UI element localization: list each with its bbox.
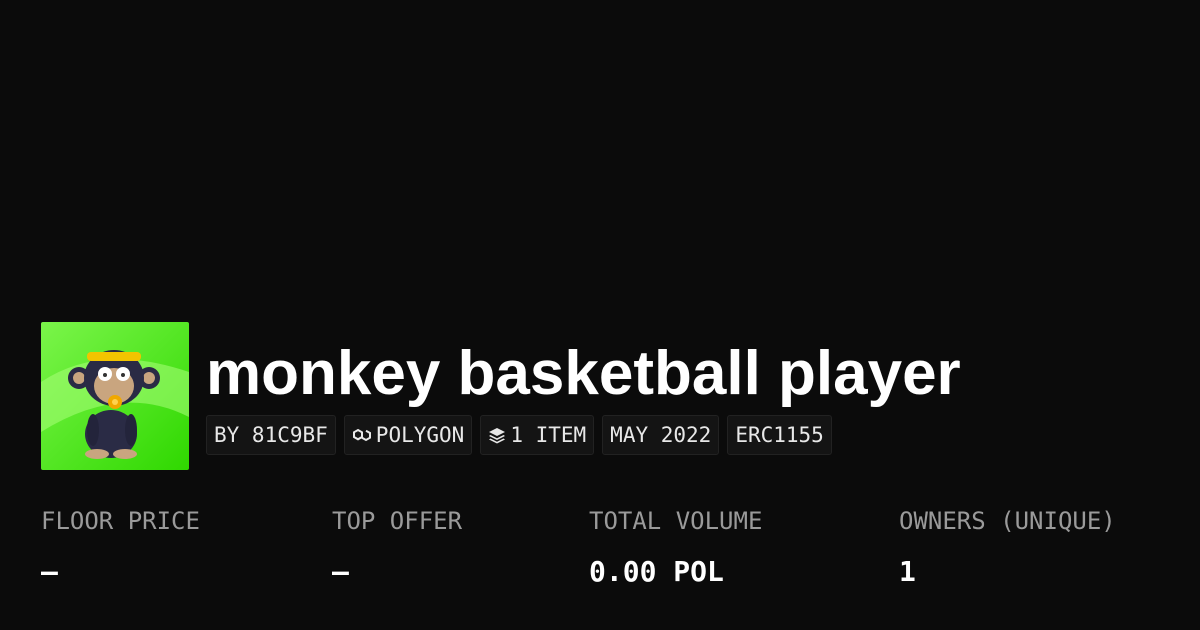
stat-label: FLOOR PRICE — [41, 507, 200, 535]
stat-label: TOTAL VOLUME — [589, 507, 763, 535]
chain-badge-label: POLYGON — [375, 423, 465, 447]
items-badge-label: 1 ITEM — [510, 423, 587, 447]
stat-total-volume: TOTAL VOLUME 0.00 POL — [589, 505, 762, 589]
polygon-chain-icon — [352, 426, 372, 444]
monkey-avatar-image — [41, 322, 189, 470]
chain-badge[interactable]: POLYGON — [343, 415, 473, 455]
creator-badge-label: BY 81C9BF — [214, 423, 328, 447]
stat-label: OWNERS (UNIQUE) — [899, 507, 1116, 535]
items-badge[interactable]: 1 ITEM — [480, 415, 595, 455]
date-badge-label: MAY 2022 — [610, 423, 712, 447]
stat-owners: OWNERS (UNIQUE) 1 — [899, 505, 1116, 589]
stat-value: – — [41, 555, 58, 588]
stat-label: TOP OFFER — [332, 507, 463, 535]
stat-value: – — [332, 555, 349, 588]
date-badge: MAY 2022 — [602, 415, 720, 455]
stat-floor-price: FLOOR PRICE – — [41, 505, 200, 589]
layers-icon — [488, 426, 506, 444]
collection-avatar — [41, 322, 189, 470]
collection-title: monkey basketball player — [206, 339, 961, 408]
stat-value: 1 — [899, 555, 916, 588]
standard-badge-label: ERC1155 — [735, 423, 824, 447]
stat-value: 0.00 POL — [589, 555, 724, 588]
creator-badge[interactable]: BY 81C9BF — [206, 415, 336, 455]
stat-top-offer: TOP OFFER – — [332, 505, 462, 589]
collection-badges: BY 81C9BF POLYGON 1 ITEM MAY 2022 ERC115… — [206, 415, 832, 455]
standard-badge: ERC1155 — [727, 415, 832, 455]
